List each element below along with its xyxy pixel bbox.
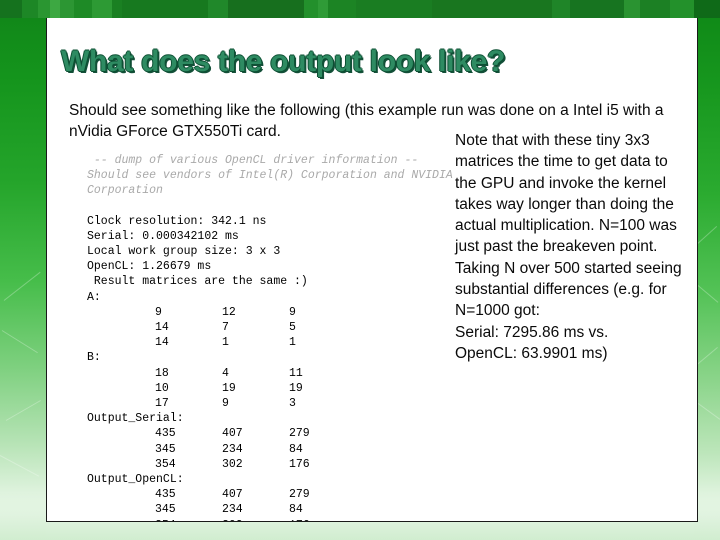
matrix-cell: 14	[155, 336, 169, 350]
console-stat-line: Local work group size: 3 x 3	[87, 245, 281, 259]
matrix-row: 435 407 279	[87, 487, 447, 502]
matrix-row: 9 12 9	[87, 305, 447, 320]
top-border-stripe	[432, 0, 552, 18]
matrix-cell: 279	[289, 427, 310, 441]
slide-root: What does the output look like? Should s…	[0, 0, 720, 540]
top-border-stripe	[208, 0, 228, 18]
top-border-stripe	[228, 0, 304, 18]
top-border-decoration	[0, 0, 720, 18]
matrix-row: 10 19 19	[87, 381, 447, 396]
matrix-cell: 5	[289, 321, 296, 335]
matrix-cell: 19	[289, 381, 303, 395]
top-border-stripe	[50, 0, 60, 18]
console-comment-line: Should see vendors of Intel(R) Corporati…	[87, 169, 453, 183]
left-border-decoration	[0, 0, 46, 540]
console-stat-line: Result matrices are the same :)	[87, 275, 308, 289]
top-border-stripe	[328, 0, 356, 18]
top-border-stripe	[694, 0, 720, 18]
matrix-cell: 435	[155, 427, 176, 441]
top-border-stripe	[318, 0, 328, 18]
matrix-cell: 435	[155, 488, 176, 502]
matrix-cell: 1	[289, 336, 296, 350]
top-border-stripe	[570, 0, 624, 18]
top-border-stripe	[112, 0, 122, 18]
top-border-stripe	[22, 0, 38, 18]
matrix-cell: 234	[222, 503, 243, 517]
console-output: -- dump of various OpenCL driver informa…	[87, 153, 453, 521]
matrix-cell: 17	[155, 397, 169, 411]
top-border-stripe	[38, 0, 50, 18]
matrix-cell: 407	[222, 488, 243, 502]
top-border-stripe	[92, 0, 112, 18]
side-note-line: Serial: 7295.86 ms vs.	[455, 323, 609, 341]
page-title: What does the output look like?	[61, 45, 506, 78]
top-border-stripe	[122, 0, 208, 18]
console-comment-line: Corporation	[87, 184, 163, 198]
top-border-stripe	[640, 0, 670, 18]
matrix-row: 14 1 1	[87, 335, 447, 350]
matrix-cell: 4	[222, 366, 229, 380]
matrix-label: B:	[87, 351, 101, 365]
matrix-cell: 176	[289, 457, 310, 471]
top-border-stripe	[552, 0, 570, 18]
matrix-cell: 18	[155, 366, 169, 380]
matrix-cell: 7	[222, 321, 229, 335]
matrix-cell: 9	[155, 305, 162, 319]
side-note-line: OpenCL: 63.9901 ms)	[455, 344, 608, 362]
console-stat-line: Serial: 0.000342102 ms	[87, 229, 239, 243]
matrix-row: 345 234 84	[87, 442, 447, 457]
matrix-row: 345 234 84	[87, 502, 447, 517]
matrix-cell: 12	[222, 305, 236, 319]
matrix-cell: 345	[155, 503, 176, 517]
matrix-row: 354302176	[87, 518, 447, 521]
matrix-cell: 1	[222, 336, 229, 350]
matrix-cell: 354	[155, 518, 222, 521]
matrix-cell: 345	[155, 442, 176, 456]
matrix-label: Output_OpenCL:	[87, 473, 184, 487]
side-note-line: Note that with these tiny 3x3 matrices t…	[455, 132, 682, 320]
console-comment-line: -- dump of various OpenCL driver informa…	[87, 154, 419, 167]
matrix-cell: 11	[289, 366, 303, 380]
matrix-row: 435 407 279	[87, 426, 447, 441]
matrix-row: 18 4 11	[87, 366, 447, 381]
matrix-cell: 302	[222, 457, 243, 471]
top-border-stripe	[356, 0, 432, 18]
console-stat-line: OpenCL: 1.26679 ms	[87, 260, 212, 274]
matrix-cell: 234	[222, 442, 243, 456]
top-border-stripe	[60, 0, 74, 18]
top-border-stripe	[304, 0, 318, 18]
matrix-row: 14 7 5	[87, 320, 447, 335]
matrix-cell: 407	[222, 427, 243, 441]
matrix-cell: 302	[222, 518, 289, 521]
top-border-stripe	[0, 0, 22, 18]
matrix-cell: 3	[289, 397, 296, 411]
top-border-stripe	[74, 0, 92, 18]
matrix-cell: 176	[289, 518, 356, 521]
top-border-stripe	[670, 0, 694, 18]
matrix-cell: 354	[155, 457, 176, 471]
matrix-label: Output_Serial:	[87, 412, 184, 426]
matrix-row: 354 302 176	[87, 457, 447, 472]
matrix-cell: 9	[222, 397, 229, 411]
matrix-cell: 84	[289, 442, 303, 456]
matrix-row: 17 9 3	[87, 396, 447, 411]
matrix-cell: 19	[222, 381, 236, 395]
side-note: Note that with these tiny 3x3 matrices t…	[455, 130, 693, 364]
matrix-cell: 10	[155, 381, 169, 395]
matrix-cell: 84	[289, 503, 303, 517]
matrix-cell: 279	[289, 488, 310, 502]
matrix-label: A:	[87, 290, 101, 304]
top-border-stripe	[624, 0, 640, 18]
console-stat-line: Clock resolution: 342.1 ns	[87, 214, 267, 228]
matrix-cell: 14	[155, 321, 169, 335]
console-spacer	[87, 199, 447, 214]
matrix-cell: 9	[289, 305, 296, 319]
slide-content-card: What does the output look like? Should s…	[46, 18, 698, 522]
